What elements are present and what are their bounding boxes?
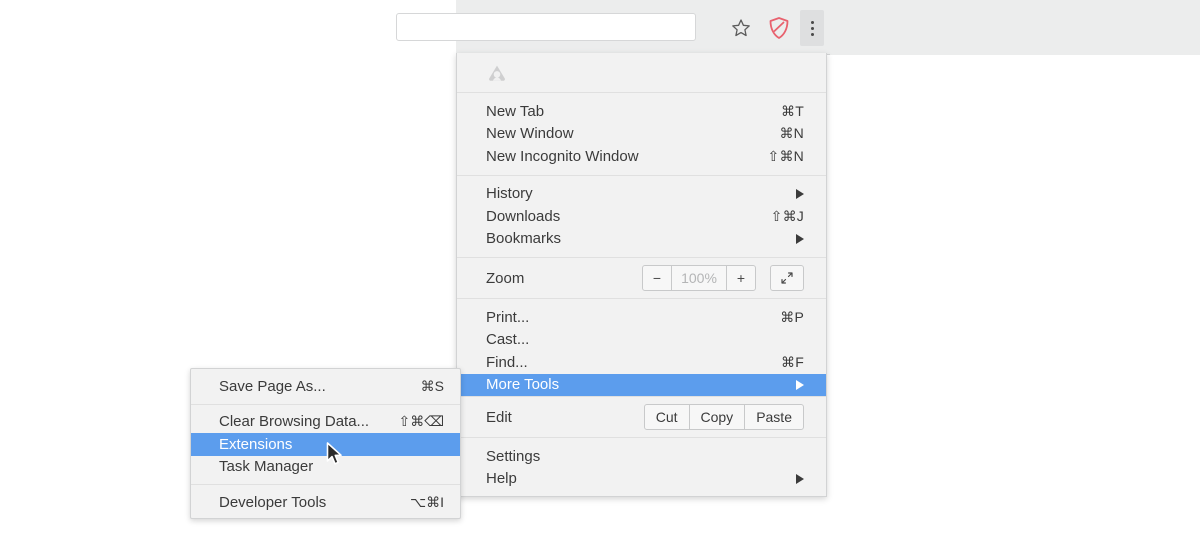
menu-item-label: Help <box>486 470 517 488</box>
menu-item-label: New Window <box>486 125 574 143</box>
menu-item-new-window[interactable]: New Window ⌘N <box>457 123 826 146</box>
menu-section-new: New Tab ⌘T New Window ⌘N New Incognito W… <box>457 92 826 175</box>
submenu-section-save: Save Page As... ⌘S <box>191 369 460 404</box>
chrome-main-menu: New Tab ⌘T New Window ⌘N New Incognito W… <box>456 53 827 497</box>
submenu-item-task-manager[interactable]: Task Manager <box>191 456 460 479</box>
edit-button-group: Cut Copy Paste <box>643 404 804 430</box>
menu-item-label: Print... <box>486 308 530 326</box>
menu-item-label: Downloads <box>486 207 561 225</box>
menu-item-downloads[interactable]: Downloads ⇧⌘J <box>457 205 826 228</box>
copy-button[interactable]: Copy <box>688 405 745 429</box>
zoom-in-button[interactable]: + <box>726 266 755 290</box>
browser-toolbar-inner <box>396 0 830 55</box>
menu-section-settings: Settings Help <box>457 437 826 497</box>
menu-item-settings[interactable]: Settings <box>457 445 826 468</box>
menu-item-help[interactable]: Help <box>457 468 826 491</box>
menu-item-shortcut: ⇧⌘N <box>767 147 804 164</box>
menu-header-section <box>457 53 826 92</box>
browser-toolbar <box>396 0 1200 55</box>
submenu-item-label: Save Page As... <box>219 377 326 395</box>
submenu-item-label: Developer Tools <box>219 493 327 511</box>
menu-item-zoom: Zoom − 100% + <box>457 258 826 298</box>
menu-section-browsing: History Downloads ⇧⌘J Bookmarks <box>457 174 826 258</box>
fullscreen-button[interactable] <box>770 265 804 291</box>
address-bar-input[interactable] <box>397 14 695 40</box>
menu-item-label: Bookmarks <box>486 230 562 248</box>
menu-section-tools: Print... ⌘P Cast... Find... ⌘F More Tool… <box>457 298 826 396</box>
menu-item-label: Cast... <box>486 331 530 349</box>
menu-item-label: Find... <box>486 353 528 371</box>
menu-item-shortcut: ⌘F <box>781 353 804 370</box>
shield-blocker-icon <box>769 17 789 39</box>
submenu-item-label: Clear Browsing Data... <box>219 413 370 431</box>
menu-item-shortcut: ⌘T <box>781 102 804 119</box>
menu-item-more-tools[interactable]: More Tools <box>457 373 826 396</box>
submenu-item-extensions[interactable]: Extensions <box>191 433 460 456</box>
fullscreen-expand-icon <box>781 272 793 284</box>
submenu-item-label: Extensions <box>219 435 293 453</box>
three-dot-menu-icon-dot2 <box>810 26 814 30</box>
chrome-menu-button[interactable] <box>800 10 824 46</box>
menu-item-label: New Incognito Window <box>486 147 639 165</box>
bookmark-star-button[interactable] <box>730 17 752 39</box>
submenu-item-clear-browsing-data[interactable]: Clear Browsing Data... ⇧⌘⌫ <box>191 411 460 434</box>
submenu-item-developer-tools[interactable]: Developer Tools ⌥⌘I <box>191 491 460 514</box>
zoom-level-value: 100% <box>671 266 726 290</box>
submenu-item-shortcut: ⌘S <box>420 377 444 394</box>
three-dot-menu-icon-dot3 <box>810 32 814 36</box>
submenu-section-tools: Clear Browsing Data... ⇧⌘⌫ Extensions Ta… <box>191 403 460 485</box>
menu-item-shortcut: ⇧⌘J <box>770 207 804 224</box>
menu-item-shortcut: ⌘P <box>780 308 804 325</box>
menu-item-print[interactable]: Print... ⌘P <box>457 306 826 329</box>
more-tools-submenu: Save Page As... ⌘S Clear Browsing Data..… <box>190 368 461 519</box>
submenu-item-label: Task Manager <box>219 458 314 476</box>
submenu-item-save-page-as[interactable]: Save Page As... ⌘S <box>191 375 460 398</box>
submenu-item-shortcut: ⇧⌘⌫ <box>398 413 444 430</box>
submenu-item-shortcut: ⌥⌘I <box>409 493 444 510</box>
edit-label: Edit <box>486 408 512 426</box>
menu-item-edit: Edit Cut Copy Paste <box>457 397 826 437</box>
menu-item-new-tab[interactable]: New Tab ⌘T <box>457 100 826 123</box>
zoom-out-button[interactable]: − <box>643 266 671 290</box>
chevron-right-icon <box>796 188 804 199</box>
zoom-label: Zoom <box>486 269 525 287</box>
profile-avatar-row[interactable] <box>457 53 826 92</box>
menu-item-label: Settings <box>486 447 541 465</box>
chevron-right-icon <box>796 379 804 390</box>
three-dot-menu-icon <box>810 20 814 24</box>
menu-item-history[interactable]: History <box>457 183 826 206</box>
menu-item-label: History <box>486 185 533 203</box>
paste-button[interactable]: Paste <box>744 405 803 429</box>
menu-item-find[interactable]: Find... ⌘F <box>457 351 826 374</box>
chevron-right-icon <box>796 473 804 484</box>
menu-item-new-incognito-window[interactable]: New Incognito Window ⇧⌘N <box>457 145 826 168</box>
menu-item-shortcut: ⌘N <box>779 125 804 142</box>
star-bookmark-icon <box>732 19 750 37</box>
cut-button[interactable]: Cut <box>645 405 689 429</box>
avatar-placeholder-icon <box>489 65 505 81</box>
menu-item-label: New Tab <box>486 102 545 120</box>
submenu-section-developer: Developer Tools ⌥⌘I <box>191 484 460 520</box>
zoom-control-group: − 100% + <box>642 265 756 291</box>
menu-section-zoom: Zoom − 100% + <box>457 257 826 298</box>
menu-item-label: More Tools <box>486 376 560 394</box>
chevron-right-icon <box>796 233 804 244</box>
ad-blocker-shield-button[interactable] <box>766 15 792 41</box>
address-bar[interactable] <box>396 13 696 41</box>
menu-item-cast[interactable]: Cast... <box>457 329 826 352</box>
menu-section-edit: Edit Cut Copy Paste <box>457 396 826 437</box>
menu-item-bookmarks[interactable]: Bookmarks <box>457 228 826 251</box>
